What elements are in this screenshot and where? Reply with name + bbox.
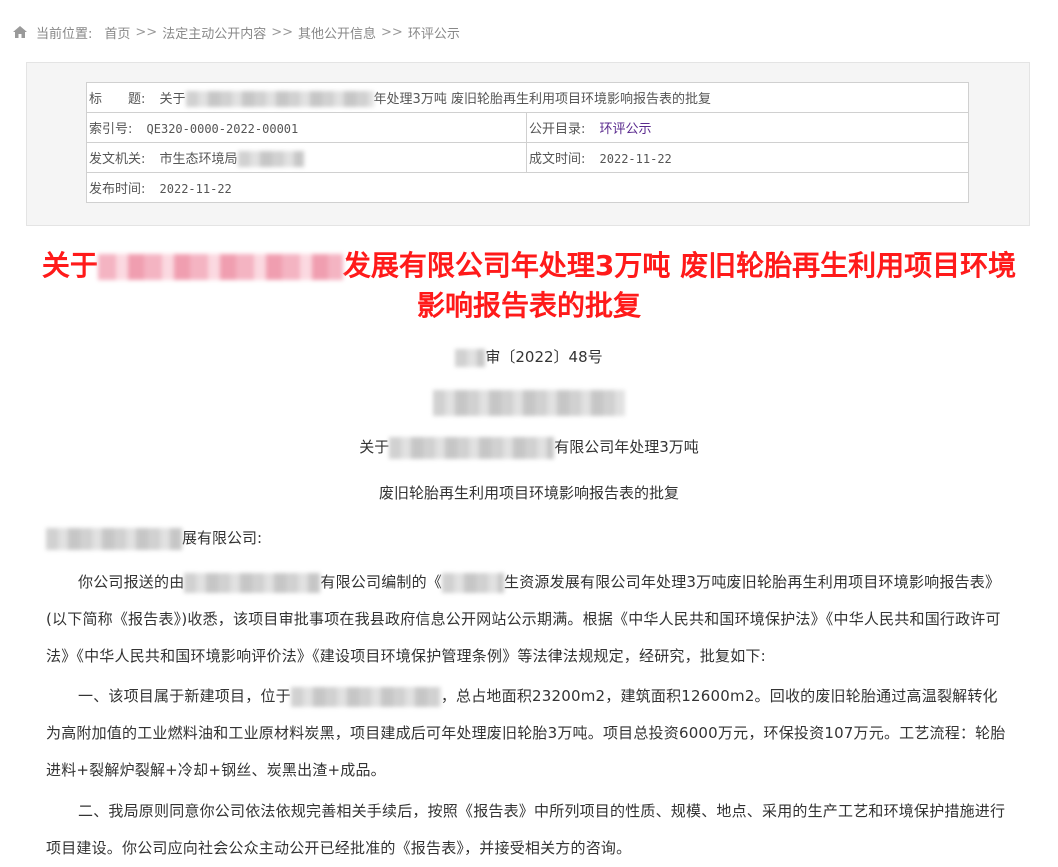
home-icon — [13, 26, 27, 38]
paragraph-1-b: 有限公司编制的《 — [320, 573, 443, 591]
breadcrumb-separator: >> — [271, 24, 294, 40]
metadata-date-made-value: 2022-11-22 — [599, 152, 672, 166]
metadata-index-value: QE320-0000-2022-00001 — [146, 122, 299, 136]
redacted-block — [433, 390, 625, 416]
metadata-row-index: 索引号: QE320-0000-2022-00001 公开目录: 环评公示 — [86, 112, 970, 143]
redacted-block — [184, 572, 321, 593]
paragraph-1: 你公司报送的由 有限公司编制的《 生资源发展有限公司年处理3万吨废旧轮胎再生利用项目… — [46, 564, 1006, 675]
metadata-publish-label: 发布时间: — [89, 182, 146, 197]
subject-line-1: 关于 有限公司年处理3万吨 — [0, 436, 1058, 459]
metadata-catalog-label: 公开目录: — [529, 122, 586, 137]
breadcrumb-link-home[interactable]: 首页 — [104, 23, 130, 42]
redacted-issuer-line — [0, 390, 1058, 416]
metadata-index-cell: 索引号: QE320-0000-2022-00001 — [86, 112, 527, 143]
breadcrumb-link-other-info[interactable]: 其他公开信息 — [298, 23, 376, 42]
paragraph-2: 一、该项目属于新建项目，位于 ，总占地面积23200m2，建筑面积12600m2。… — [46, 678, 1006, 789]
metadata-publish-cell: 发布时间: 2022-11-22 — [85, 172, 970, 203]
metadata-issuer-label: 发文机关: — [89, 151, 146, 167]
document-title-prefix: 关于 — [41, 249, 98, 282]
metadata-title-prefix: 关于 — [159, 91, 186, 107]
redacted-block — [442, 572, 505, 593]
redacted-block — [290, 686, 441, 707]
metadata-publish-value: 2022-11-22 — [159, 182, 232, 196]
metadata-row-publish: 发布时间: 2022-11-22 — [85, 172, 970, 203]
metadata-title-label: 标 题: — [89, 91, 146, 107]
breadcrumb-link-eia[interactable]: 环评公示 — [408, 23, 460, 42]
redacted-block — [455, 348, 486, 367]
metadata-catalog-link[interactable]: 环评公示 — [600, 122, 652, 137]
paragraph-3: 二、我局原则同意你公司依法依规完善相关手续后，按照《报告表》中所列项目的性质、规… — [46, 802, 1006, 857]
redacted-block — [46, 527, 182, 550]
metadata-title-suffix: 年处理3万吨 废旧轮胎再生利用项目环境影响报告表的批复 — [373, 91, 711, 107]
breadcrumb: 当前位置: 首页 >> 法定主动公开内容 >> 其他公开信息 >> 环评公示 — [12, 22, 460, 42]
breadcrumb-separator: >> — [135, 24, 158, 40]
document-number: 审〔2022〕48号 — [0, 346, 1058, 367]
redacted-block — [97, 254, 343, 280]
breadcrumb-separator: >> — [381, 24, 403, 40]
metadata-date-made-cell: 成文时间: 2022-11-22 — [525, 142, 970, 173]
metadata-table: 标 题: 关于 年处理3万吨 废旧轮胎再生利用项目环境影响报告表的批复 索引号: … — [85, 82, 970, 203]
paragraph-2-a: 一、该项目属于新建项目，位于 — [78, 687, 291, 705]
breadcrumb-label: 当前位置: — [36, 26, 93, 42]
paragraph-1-a: 你公司报送的由 — [78, 573, 185, 591]
redacted-block — [389, 436, 555, 459]
document-title-rest: 发展有限公司年处理3万吨 废旧轮胎再生利用项目环境影响报告表的批复 — [342, 249, 1017, 322]
metadata-date-made-label: 成文时间: — [529, 152, 586, 167]
metadata-panel: 标 题: 关于 年处理3万吨 废旧轮胎再生利用项目环境影响报告表的批复 索引号: … — [26, 62, 1030, 226]
breadcrumb-link-public-content[interactable]: 法定主动公开内容 — [162, 23, 266, 42]
redacted-block — [237, 151, 304, 168]
metadata-index-label: 索引号: — [89, 122, 133, 137]
metadata-issuer-cell: 发文机关: 市生态环境局 — [86, 142, 527, 173]
salutation: 展有限公司: — [46, 524, 262, 552]
salutation-suffix: 展有限公司: — [182, 529, 263, 547]
metadata-row-title: 标 题: 关于 年处理3万吨 废旧轮胎再生利用项目环境影响报告表的批复 — [85, 82, 970, 113]
metadata-row-issuer: 发文机关: 市生态环境局 成文时间: 2022-11-22 — [86, 142, 970, 173]
redacted-block — [185, 91, 374, 108]
metadata-issuer-value: 市生态环境局 — [159, 151, 238, 167]
subject-line-2: 废旧轮胎再生利用项目环境影响报告表的批复 — [378, 484, 679, 502]
metadata-catalog-cell: 公开目录: 环评公示 — [525, 112, 970, 143]
subject-prefix: 关于 — [359, 438, 390, 456]
subject-suffix: 有限公司年处理3万吨 — [554, 438, 699, 456]
document-title: 关于 发展有限公司年处理3万吨 废旧轮胎再生利用项目环境影响报告表的批复 — [40, 246, 1018, 326]
document-number-suffix: 审〔2022〕48号 — [485, 348, 603, 366]
metadata-title-cell: 标 题: 关于 年处理3万吨 废旧轮胎再生利用项目环境影响报告表的批复 — [85, 82, 970, 113]
